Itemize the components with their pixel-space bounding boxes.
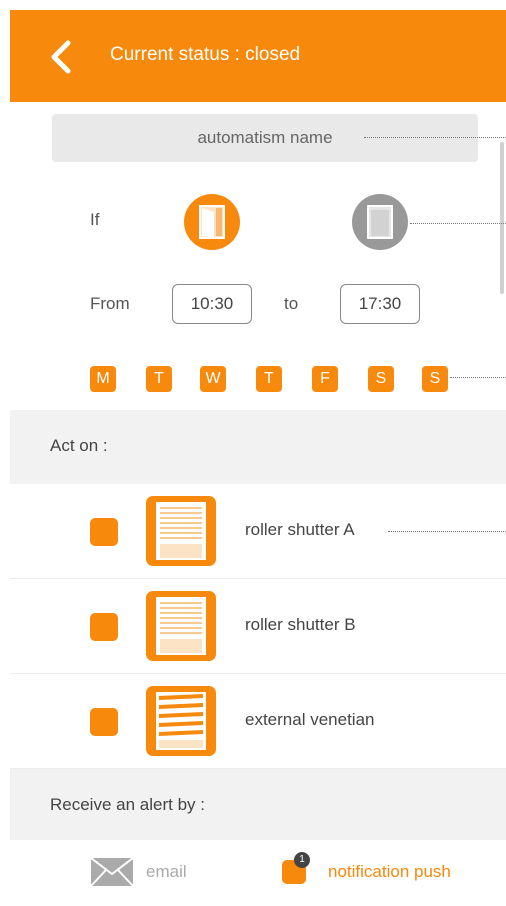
device-name: roller shutter A: [245, 520, 355, 539]
state-closed-toggle[interactable]: [352, 194, 408, 250]
annotation-line: [364, 137, 506, 138]
device-checkbox[interactable]: [90, 708, 118, 736]
device-checkbox[interactable]: [90, 518, 118, 546]
email-label: email: [146, 862, 187, 881]
day-toggle-wednesday[interactable]: W: [200, 366, 226, 392]
state-open-toggle[interactable]: [184, 194, 240, 250]
annotation-line: [450, 377, 506, 378]
push-option[interactable]: 1 notification push: [280, 850, 500, 890]
page-title: Current status : closed: [110, 44, 301, 65]
back-button[interactable]: [48, 40, 76, 74]
to-time-input[interactable]: 17:30: [340, 284, 420, 324]
device-name: external venetian: [245, 710, 375, 729]
alert-options: email 1 notification push: [10, 840, 506, 906]
if-label: If: [90, 210, 100, 229]
door-open-icon: [199, 205, 225, 239]
day-toggle-thursday[interactable]: T: [256, 366, 282, 392]
day-toggle-sunday[interactable]: S: [422, 366, 448, 392]
annotation-line: [410, 223, 506, 224]
from-label: From: [90, 294, 130, 313]
day-toggle-monday[interactable]: M: [90, 366, 116, 392]
chevron-left-icon: [51, 40, 71, 74]
from-time-input[interactable]: 10:30: [172, 284, 252, 324]
email-option[interactable]: email: [90, 854, 210, 890]
app-screen: Current status : closed automatism name …: [10, 10, 506, 906]
alert-section-header: Receive an alert by :: [10, 769, 506, 840]
automatism-name-field[interactable]: automatism name: [52, 114, 478, 162]
day-toggle-friday[interactable]: F: [312, 366, 338, 392]
day-toggle-tuesday[interactable]: T: [146, 366, 172, 392]
roller-shutter-icon: [146, 496, 216, 566]
scrollbar[interactable]: [500, 142, 504, 294]
envelope-icon: [90, 857, 134, 887]
notification-badge: 1: [294, 852, 310, 868]
act-on-section-header: Act on :: [10, 410, 506, 484]
device-name: roller shutter B: [245, 615, 356, 634]
alert-label: Receive an alert by :: [50, 795, 205, 814]
device-row[interactable]: roller shutter B: [10, 579, 506, 674]
venetian-blind-icon: [146, 686, 216, 756]
push-label: notification push: [328, 862, 451, 881]
to-label: to: [284, 294, 299, 313]
door-closed-icon: [367, 205, 393, 239]
roller-shutter-icon: [146, 591, 216, 661]
header-bar: Current status : closed: [10, 10, 506, 102]
device-row[interactable]: external venetian: [10, 674, 506, 769]
act-on-label: Act on :: [50, 436, 108, 455]
annotation-line: [388, 531, 506, 532]
device-checkbox[interactable]: [90, 613, 118, 641]
day-toggle-saturday[interactable]: S: [368, 366, 394, 392]
